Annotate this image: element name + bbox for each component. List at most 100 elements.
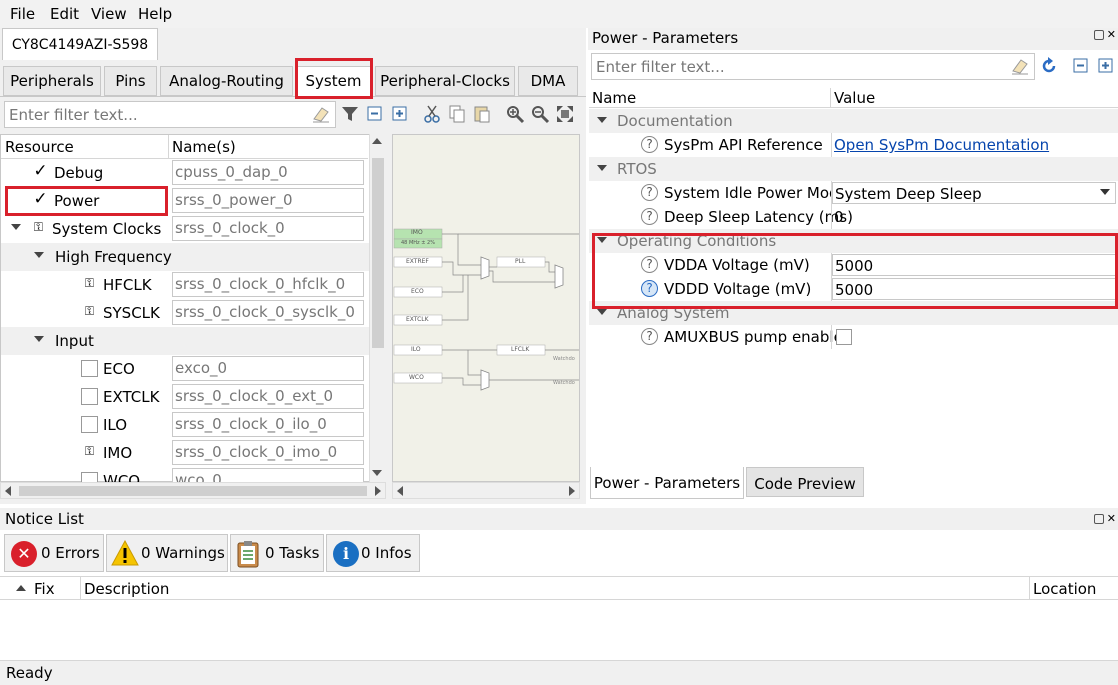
resource-name-field[interactable]: srss_0_clock_0_hfclk_0 (172, 272, 364, 297)
close-icon[interactable]: ✕ (1107, 28, 1116, 41)
expand-arrow-icon[interactable] (11, 224, 21, 230)
menu-edit[interactable]: Edit (50, 5, 79, 23)
tasks-button[interactable]: 0 Tasks (230, 534, 324, 572)
col-param-name[interactable]: Name (589, 88, 831, 108)
collapse-all-icon[interactable] (365, 104, 385, 124)
resource-name-field[interactable]: srss_0_clock_0 (172, 216, 364, 241)
param-row[interactable]: ? Deep Sleep Latency (ms) 0 (589, 205, 1118, 229)
resource-row[interactable]: ILO srss_0_clock_0_ilo_0 (1, 411, 369, 439)
help-icon[interactable]: ? (641, 328, 658, 345)
sort-arrow-icon[interactable] (16, 585, 26, 591)
restore-icon[interactable] (1094, 30, 1104, 40)
resource-row[interactable]: High Frequency (1, 243, 369, 271)
resource-checkbox[interactable]: ⚿ (30, 220, 47, 237)
resource-checkbox[interactable] (81, 360, 98, 377)
param-group-row[interactable]: Documentation (589, 109, 1118, 133)
param-row[interactable]: ? SysPm API Reference Open SysPm Documenta… (589, 133, 1118, 157)
help-icon[interactable]: ? (641, 136, 658, 153)
warnings-button[interactable]: 0 Warnings (106, 534, 228, 572)
tab-code-preview[interactable]: Code Preview (746, 467, 864, 497)
param-row[interactable]: ? AMUXBUS pump enable (589, 325, 1118, 349)
col-location[interactable]: Location (1033, 580, 1096, 598)
resource-row[interactable]: ⚿ SYSCLK srss_0_clock_0_sysclk_0 (1, 299, 369, 327)
tab-power-parameters[interactable]: Power - Parameters (590, 467, 744, 499)
restore-icon[interactable] (1094, 514, 1104, 524)
param-group-label: Documentation (617, 112, 733, 130)
tab-dma[interactable]: DMA (518, 66, 578, 96)
tab-peripherals[interactable]: Peripherals (3, 66, 101, 96)
tab-pins[interactable]: Pins (104, 66, 157, 96)
expand-all-icon[interactable] (1098, 58, 1114, 74)
menu-file[interactable]: File (10, 5, 35, 23)
param-group-row[interactable]: RTOS (589, 157, 1118, 181)
resource-name-field[interactable]: srss_0_clock_0_ilo_0 (172, 412, 364, 437)
eraser-icon[interactable] (1010, 56, 1030, 76)
resource-row[interactable]: Input (1, 327, 369, 355)
param-link[interactable]: Open SysPm Documentation (832, 134, 1116, 156)
param-dropdown[interactable]: System Deep Sleep (832, 182, 1116, 204)
copy-icon[interactable] (447, 104, 467, 124)
filter-icon[interactable] (340, 104, 360, 124)
resource-row[interactable]: EXTCLK srss_0_clock_0_ext_0 (1, 383, 369, 411)
col-fix[interactable]: Fix (34, 580, 55, 598)
resource-row[interactable]: ⚿ System Clocks srss_0_clock_0 (1, 215, 369, 243)
tab-peripheral-clocks[interactable]: Peripheral-Clocks (375, 66, 515, 96)
cut-icon[interactable] (422, 104, 442, 124)
resource-checkbox[interactable]: ✓ (32, 163, 49, 181)
param-checkbox[interactable] (836, 329, 852, 345)
expand-arrow-icon[interactable] (34, 336, 44, 342)
eraser-icon[interactable] (311, 104, 331, 124)
expand-arrow-icon[interactable] (34, 252, 44, 258)
zoom-in-icon[interactable] (505, 104, 525, 124)
device-tab[interactable]: CY8C4149AZI-S598 (2, 28, 158, 60)
chevron-down-icon[interactable] (1100, 189, 1110, 195)
expand-all-icon[interactable] (390, 104, 410, 124)
expand-arrow-icon[interactable] (597, 309, 607, 315)
resource-name-field[interactable]: cpuss_0_dap_0 (172, 160, 364, 185)
resource-checkbox[interactable]: ⚿ (81, 276, 98, 293)
col-description[interactable]: Description (84, 580, 169, 598)
resource-label: High Frequency (55, 248, 172, 266)
left-filter-input[interactable]: Enter filter text... (4, 101, 336, 128)
parameters-filter-input[interactable]: Enter filter text... (591, 53, 1035, 80)
zoom-out-icon[interactable] (530, 104, 550, 124)
param-value[interactable]: 0 (832, 206, 1116, 228)
help-icon[interactable]: ? (641, 184, 658, 201)
resource-row[interactable]: ⚿ HFCLK srss_0_clock_0_hfclk_0 (1, 271, 369, 299)
resource-name-field[interactable]: srss_0_clock_0_imo_0 (172, 440, 364, 465)
refresh-icon[interactable] (1040, 57, 1058, 75)
highlight-operating-conditions (592, 233, 1118, 309)
menu-view[interactable]: View (91, 5, 127, 23)
resource-row[interactable]: ⚿ IMO srss_0_clock_0_imo_0 (1, 439, 369, 467)
clock-diagram[interactable]: IMO 48 MHz ± 2% EXTREF PLL ECO EXTCLK IL… (392, 134, 580, 482)
resource-checkbox[interactable]: ⚿ (81, 304, 98, 321)
diagram-horizontal-scrollbar[interactable] (392, 482, 580, 499)
resource-checkbox[interactable] (81, 416, 98, 433)
resource-row[interactable]: ✓ Debug cpuss_0_dap_0 (1, 159, 369, 187)
close-icon[interactable]: ✕ (1107, 512, 1116, 525)
resource-checkbox[interactable]: ⚿ (81, 444, 98, 461)
resource-name-field[interactable]: srss_0_power_0 (172, 188, 364, 213)
col-resource[interactable]: Resource (1, 135, 169, 159)
resource-name-field[interactable]: srss_0_clock_0_sysclk_0 (172, 300, 364, 325)
resource-row[interactable]: ECO exco_0 (1, 355, 369, 383)
tab-analog-routing[interactable]: Analog-Routing (160, 66, 293, 96)
param-label: AMUXBUS pump enable (664, 328, 843, 346)
param-row[interactable]: ? System Idle Power Mode System Deep Sleep (589, 181, 1118, 205)
paste-icon[interactable] (472, 104, 492, 124)
col-param-value[interactable]: Value (831, 88, 1118, 108)
expand-arrow-icon[interactable] (597, 165, 607, 171)
resource-name-field[interactable]: srss_0_clock_0_ext_0 (172, 384, 364, 409)
menu-help[interactable]: Help (138, 5, 172, 23)
grid-vertical-scrollbar[interactable] (369, 134, 386, 482)
resource-checkbox[interactable] (81, 388, 98, 405)
collapse-all-icon[interactable] (1073, 58, 1089, 74)
infos-button[interactable]: i 0 Infos (326, 534, 420, 572)
resource-name-field[interactable]: exco_0 (172, 356, 364, 381)
fit-view-icon[interactable] (555, 104, 575, 124)
grid-horizontal-scrollbar[interactable] (0, 482, 386, 499)
help-icon[interactable]: ? (641, 208, 658, 225)
col-names[interactable]: Name(s) (169, 135, 368, 159)
expand-arrow-icon[interactable] (597, 117, 607, 123)
errors-button[interactable]: ✕ 0 Errors (4, 534, 104, 572)
